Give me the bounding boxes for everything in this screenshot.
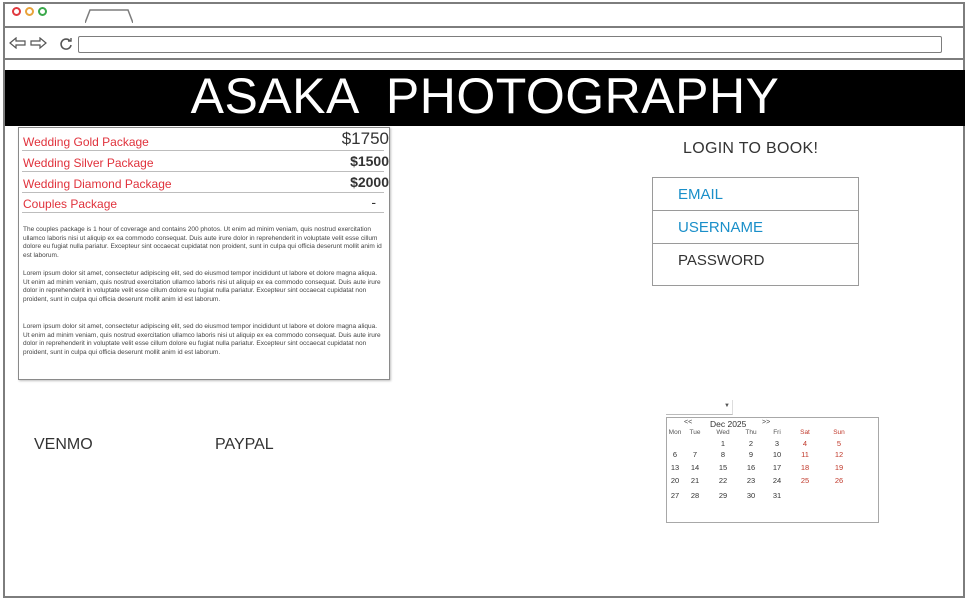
calendar-day[interactable]: 7 [684, 450, 706, 459]
forward-arrow-icon[interactable] [29, 37, 47, 49]
calendar-day[interactable]: 19 [828, 463, 850, 472]
calendar-day[interactable]: 4 [794, 439, 816, 448]
calendar-dow: Fri [773, 429, 781, 436]
package-price: $2000 [350, 174, 389, 190]
calendar-day[interactable]: 18 [794, 463, 816, 472]
package-name[interactable]: Wedding Diamond Package [23, 177, 172, 191]
calendar-day[interactable]: 2 [740, 439, 762, 448]
calendar-day[interactable]: 22 [712, 476, 734, 485]
calendar-day[interactable]: 15 [712, 463, 734, 472]
address-bar[interactable] [78, 36, 942, 53]
calendar-day[interactable]: 21 [684, 476, 706, 485]
calendar-day[interactable]: 17 [766, 463, 788, 472]
package-name[interactable]: Wedding Silver Package [23, 156, 154, 170]
calendar-day[interactable]: 20 [664, 476, 686, 485]
package-row-gold[interactable]: Wedding Gold Package $1750 [22, 129, 389, 151]
calendar-day[interactable]: 30 [740, 491, 762, 500]
calendar-dow: Tue [689, 429, 701, 436]
calendar-day[interactable]: 24 [766, 476, 788, 485]
calendar-day[interactable]: 1 [712, 439, 734, 448]
email-field[interactable]: EMAIL [653, 178, 858, 211]
calendar-day[interactable]: 11 [794, 450, 816, 459]
package-price: - [371, 194, 376, 210]
calendar-dow: Wed [716, 429, 730, 436]
calendar-prev-button[interactable]: << [684, 419, 692, 426]
tab-bar [5, 4, 963, 28]
calendar-day[interactable]: 5 [828, 439, 850, 448]
package-description: Lorem ipsum dolor sit amet, consectetur … [23, 323, 381, 356]
calendar-day[interactable]: 13 [664, 463, 686, 472]
calendar-day[interactable]: 3 [766, 439, 788, 448]
package-description: The couples package is 1 hour of coverag… [23, 226, 382, 259]
calendar-day[interactable]: 6 [664, 450, 686, 459]
minimize-dot-icon[interactable] [25, 7, 34, 16]
package-row-silver[interactable]: Wedding Silver Package $1500 [22, 152, 389, 172]
calendar-dow: Mon [668, 429, 682, 436]
calendar-day[interactable]: 8 [712, 450, 734, 459]
browser-tab[interactable] [85, 9, 133, 23]
package-description: Lorem ipsum dolor sit amet, consectetur … [23, 270, 381, 303]
calendar-day[interactable]: 31 [766, 491, 788, 500]
login-title: LOGIN TO BOOK! [683, 140, 819, 157]
package-row-couples[interactable]: Couples Package - [22, 193, 384, 213]
email-label: EMAIL [678, 186, 724, 203]
username-label: USERNAME [678, 219, 764, 236]
site-title: ASAKA PHOTOGRAPHY [190, 68, 780, 124]
package-name[interactable]: Wedding Gold Package [23, 135, 149, 149]
package-price: $1750 [341, 129, 389, 148]
calendar-month: Dec 2025 [710, 419, 747, 429]
calendar-dow: Sun [833, 429, 845, 436]
package-row-diamond[interactable]: Wedding Diamond Package $2000 [22, 173, 389, 193]
venmo-link[interactable]: VENMO [34, 436, 93, 454]
calendar-day[interactable]: 9 [740, 450, 762, 459]
calendar-day[interactable]: 29 [712, 491, 734, 500]
password-field[interactable]: PASSWORD [653, 244, 858, 277]
calendar-day[interactable]: 10 [766, 450, 788, 459]
calendar-next-button[interactable]: >> [762, 419, 770, 426]
calendar-select[interactable]: ▼ [666, 400, 733, 415]
calendar-day[interactable]: 16 [740, 463, 762, 472]
calendar-day[interactable]: 28 [684, 491, 706, 500]
maximize-dot-icon[interactable] [38, 7, 47, 16]
back-arrow-icon[interactable] [9, 37, 27, 49]
calendar-day[interactable]: 23 [740, 476, 762, 485]
paypal-link[interactable]: PAYPAL [215, 436, 274, 454]
username-field[interactable]: USERNAME [653, 211, 858, 244]
calendar-day[interactable]: 14 [684, 463, 706, 472]
password-label: PASSWORD [678, 252, 765, 269]
package-price: $1500 [350, 153, 389, 169]
package-name[interactable]: Couples Package [23, 197, 117, 211]
calendar-day[interactable]: 26 [828, 476, 850, 485]
calendar-dow: Thu [745, 429, 757, 436]
refresh-icon[interactable] [59, 37, 73, 51]
calendar-day[interactable]: 25 [794, 476, 816, 485]
dropdown-arrow-icon: ▼ [724, 403, 730, 409]
calendar-day[interactable]: 27 [664, 491, 686, 500]
calendar-dow: Sat [800, 429, 810, 436]
close-dot-icon[interactable] [12, 7, 21, 16]
calendar-day[interactable]: 12 [828, 450, 850, 459]
